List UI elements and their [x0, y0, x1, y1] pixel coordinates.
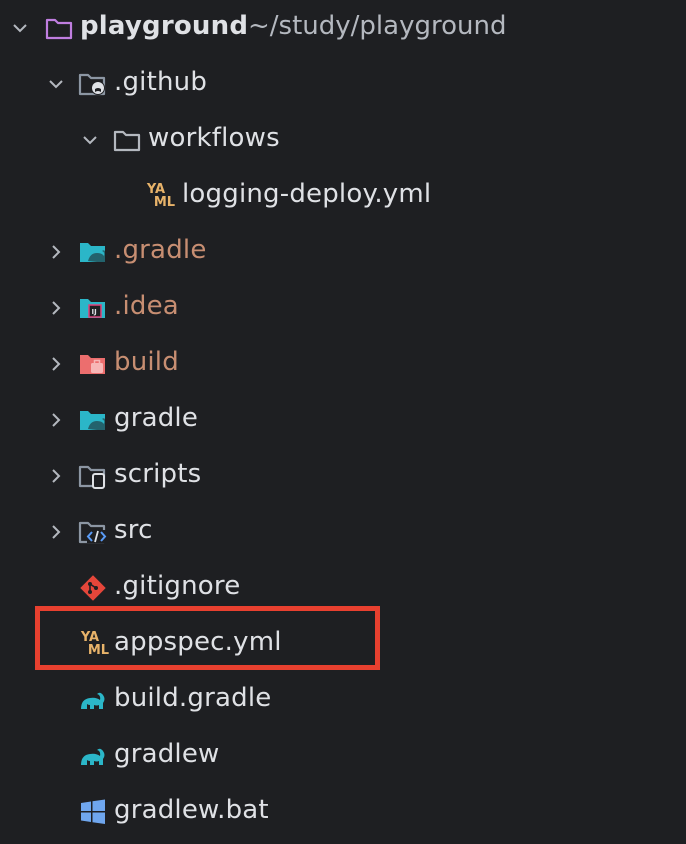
- item-label: scripts: [114, 459, 202, 489]
- yaml-file-icon: YA ML: [80, 630, 110, 658]
- github-folder-icon: [76, 67, 110, 101]
- tree-row-appspec[interactable]: YA ML appspec.yml: [0, 616, 686, 672]
- item-label: src: [114, 515, 153, 545]
- tree-row-build[interactable]: build: [0, 336, 686, 392]
- chevron-right-icon[interactable]: [42, 294, 70, 322]
- gradle-folder-icon: [76, 235, 110, 269]
- item-label: workflows: [148, 123, 280, 153]
- chevron-right-icon[interactable]: [42, 350, 70, 378]
- project-path: ~/study/playground: [248, 11, 507, 41]
- item-label: build.gradle: [114, 683, 272, 713]
- windows-icon: [76, 795, 110, 829]
- tree-row-scripts[interactable]: scripts: [0, 448, 686, 504]
- item-label: .gradle: [114, 235, 207, 265]
- chevron-right-icon[interactable]: [42, 406, 70, 434]
- chevron-down-icon[interactable]: [76, 126, 104, 154]
- project-tree: playground ~/study/playground .github wo…: [0, 0, 686, 844]
- build-folder-icon: [76, 347, 110, 381]
- source-folder-icon: [76, 515, 110, 549]
- tree-row-github[interactable]: .github: [0, 56, 686, 112]
- item-label: .idea: [114, 291, 179, 321]
- tree-row-gitignore[interactable]: .gitignore: [0, 560, 686, 616]
- tree-row-workflows[interactable]: workflows: [0, 112, 686, 168]
- tree-row-gradlew-bat[interactable]: gradlew.bat: [0, 784, 686, 840]
- gradle-elephant-icon: [76, 683, 110, 717]
- chevron-down-icon[interactable]: [42, 70, 70, 98]
- tree-row-project-root[interactable]: playground ~/study/playground: [0, 0, 686, 56]
- folder-icon: [110, 123, 144, 157]
- item-label: gradlew: [114, 739, 220, 769]
- tree-row-src[interactable]: src: [0, 504, 686, 560]
- tree-row-idea[interactable]: IJ .idea: [0, 280, 686, 336]
- idea-folder-icon: IJ: [76, 291, 110, 325]
- item-label: logging-deploy.yml: [182, 179, 432, 209]
- folder-icon: [42, 11, 76, 45]
- item-label: appspec.yml: [114, 627, 282, 657]
- tree-row-build-gradle[interactable]: build.gradle: [0, 672, 686, 728]
- item-label: .github: [114, 67, 208, 97]
- item-label: build: [114, 347, 179, 377]
- gradle-folder-icon: [76, 403, 110, 437]
- item-label: gradlew.bat: [114, 795, 269, 825]
- svg-text:IJ: IJ: [92, 308, 97, 316]
- tree-row-dot-gradle[interactable]: .gradle: [0, 224, 686, 280]
- item-label: .gitignore: [114, 571, 241, 601]
- yaml-file-icon: YA ML: [146, 182, 176, 210]
- chevron-right-icon[interactable]: [42, 238, 70, 266]
- chevron-down-icon[interactable]: [6, 14, 34, 42]
- item-label: gradle: [114, 403, 199, 433]
- project-name: playground: [80, 11, 249, 41]
- tree-row-gradle[interactable]: gradle: [0, 392, 686, 448]
- chevron-right-icon[interactable]: [42, 518, 70, 546]
- chevron-right-icon[interactable]: [42, 462, 70, 490]
- tree-row-gradlew[interactable]: gradlew: [0, 728, 686, 784]
- gradle-elephant-icon: [76, 739, 110, 773]
- scripts-folder-icon: [76, 459, 110, 493]
- tree-row-logging-deploy[interactable]: YA ML logging-deploy.yml: [0, 168, 686, 224]
- git-file-icon: [76, 571, 110, 605]
